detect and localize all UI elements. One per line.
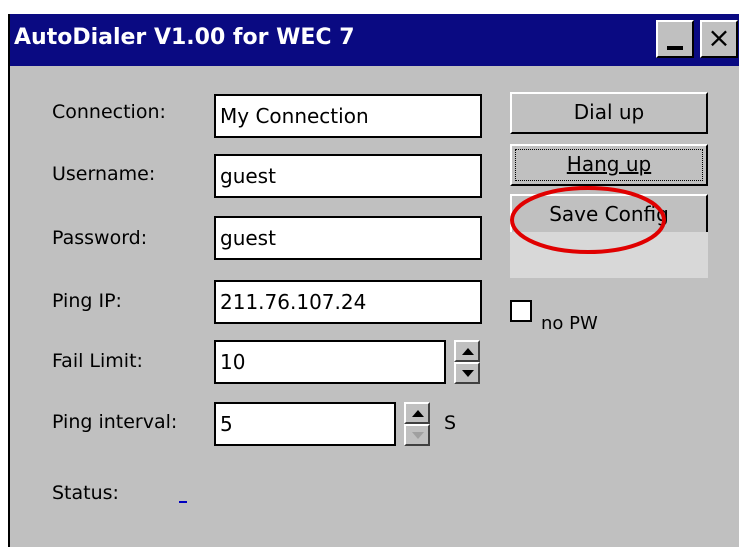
connection-field[interactable]: My Connection bbox=[214, 94, 482, 138]
fail-limit-label: Fail Limit: bbox=[52, 350, 143, 372]
status-label: Status: bbox=[52, 482, 119, 504]
highlight-circle bbox=[510, 186, 666, 254]
ping-ip-field[interactable]: 211.76.107.24 bbox=[214, 280, 482, 324]
ping-ip-label: Ping IP: bbox=[52, 290, 122, 312]
fail-limit-down-button[interactable] bbox=[454, 362, 480, 384]
minimize-button[interactable] bbox=[656, 20, 694, 58]
arrow-down-icon bbox=[412, 432, 424, 439]
password-label: Password: bbox=[52, 227, 148, 249]
arrow-up-icon bbox=[412, 410, 424, 417]
minimize-icon bbox=[667, 46, 683, 50]
status-value-cursor bbox=[179, 501, 187, 503]
interval-unit-label: S bbox=[444, 412, 457, 434]
ping-interval-label: Ping interval: bbox=[52, 411, 178, 433]
arrow-down-icon bbox=[462, 370, 474, 377]
hang-up-label: Hang up bbox=[566, 152, 652, 176]
close-icon: × bbox=[707, 21, 731, 54]
dial-up-label: Dial up bbox=[573, 100, 645, 124]
no-pw-checkbox[interactable] bbox=[510, 300, 532, 322]
ping-interval-field[interactable]: 5 bbox=[214, 402, 396, 446]
dial-up-button[interactable]: Dial up bbox=[510, 92, 708, 134]
password-field[interactable]: guest bbox=[214, 216, 482, 260]
fail-limit-spinner bbox=[454, 340, 480, 384]
close-button[interactable]: × bbox=[700, 20, 738, 58]
username-field[interactable]: guest bbox=[214, 154, 482, 198]
window-title: AutoDialer V1.00 for WEC 7 bbox=[14, 25, 355, 50]
fail-limit-up-button[interactable] bbox=[454, 340, 480, 362]
fail-limit-field[interactable]: 10 bbox=[214, 340, 446, 384]
arrow-up-icon bbox=[462, 348, 474, 355]
no-pw-label: no PW bbox=[541, 313, 598, 334]
ping-interval-spinner bbox=[404, 402, 430, 446]
hang-up-button[interactable]: Hang up bbox=[510, 144, 708, 186]
username-label: Username: bbox=[52, 163, 156, 185]
title-bar[interactable]: AutoDialer V1.00 for WEC 7 × bbox=[10, 14, 739, 66]
ping-interval-down-button[interactable] bbox=[404, 424, 430, 446]
ping-interval-up-button[interactable] bbox=[404, 402, 430, 424]
connection-label: Connection: bbox=[52, 101, 166, 123]
